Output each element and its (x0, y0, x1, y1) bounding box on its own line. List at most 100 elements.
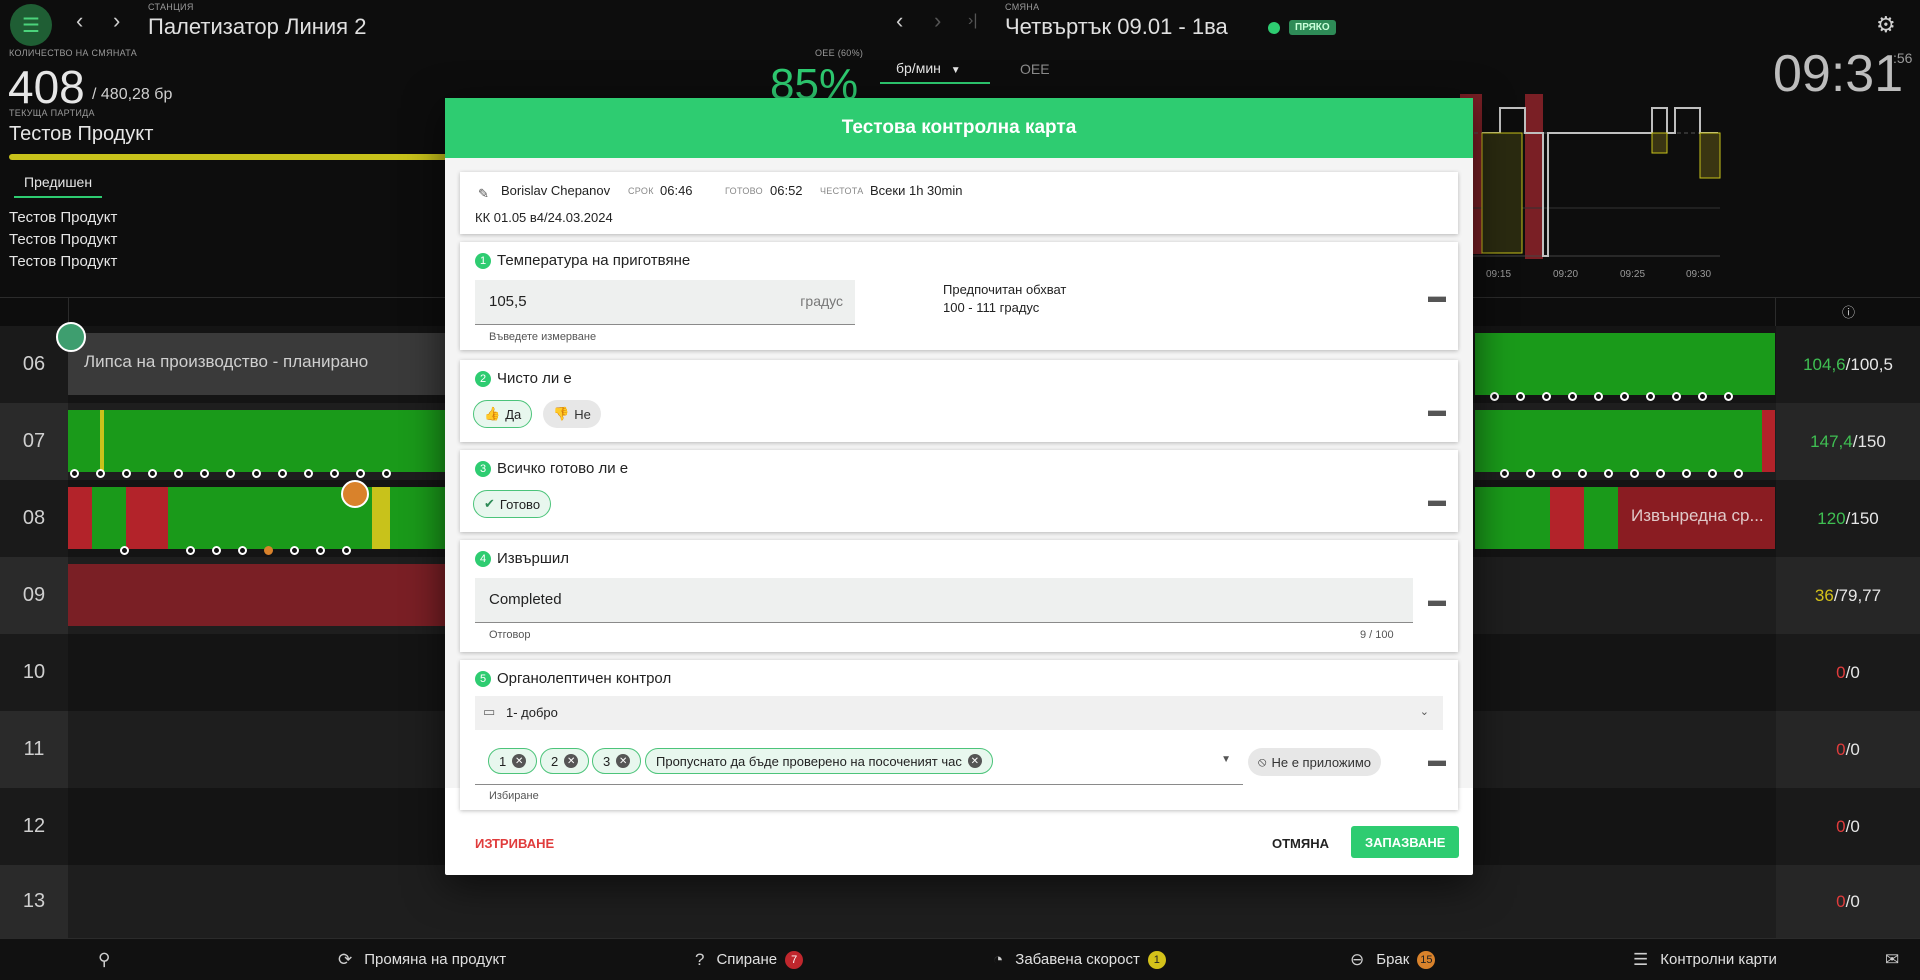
prev-item[interactable]: Тестов Продукт (9, 231, 117, 248)
batch-progress (9, 154, 449, 160)
cancel-button[interactable]: ОТМЯНА (1272, 836, 1329, 851)
timeline-segment-stop[interactable] (68, 487, 92, 549)
menu-button[interactable]: ☰ (10, 4, 52, 46)
remove-chip-icon[interactable]: ✕ (616, 754, 631, 768)
question-icon: ? (695, 949, 705, 969)
good-count: 36 (1814, 585, 1834, 605)
prev-shift-arrow[interactable]: ‹ (896, 8, 903, 34)
mail-button[interactable]: ✉ (1885, 939, 1911, 980)
question-card: 3 Всичко готово ли е ✔ Готово ▬ (460, 450, 1458, 532)
comment-icon[interactable]: ▬ (1428, 286, 1446, 307)
answer-value: Completed (489, 591, 562, 608)
selected-chip[interactable]: 3 ✕ (592, 748, 642, 774)
shift-title: Четвъртък 09.01 - 1ва (1005, 14, 1228, 39)
question-title: 4 Извършил (475, 550, 569, 568)
dialog-body: ✎ Borislav Chepanov СРОК 06:46 ГОТОВО 06… (445, 158, 1473, 810)
minus-circle-icon: ⊖ (1350, 949, 1365, 969)
thumbs-up-icon: 👍 (484, 406, 501, 421)
comment-icon[interactable]: ▬ (1428, 490, 1446, 511)
pencil-icon[interactable]: ✎ (478, 186, 489, 202)
next-station-arrow[interactable]: › (113, 8, 120, 34)
selected-chip[interactable]: Пропуснато да бъде проверено на посочени… (645, 748, 993, 774)
timeline-segment-running[interactable] (68, 487, 448, 549)
stop-button[interactable]: ? Спиране 7 (695, 939, 804, 980)
last-shift-icon[interactable]: ›| (968, 12, 977, 30)
row-hour: 11 (0, 711, 68, 788)
temperature-unit: градус (800, 293, 843, 309)
meta-done-label: ГОТОВО (725, 186, 763, 196)
info-icon[interactable]: ⓘ (1842, 302, 1855, 321)
target-count: /0 (1845, 662, 1860, 682)
row-count: 0/0 (1776, 788, 1920, 865)
rate-chart: 09:15 09:20 09:25 09:30 (1460, 94, 1721, 280)
meta-freq: Всеки 1h 30min (870, 183, 963, 198)
tab-previous[interactable]: Предишен (14, 172, 103, 198)
question-number: 4 (475, 550, 491, 567)
qty-value: 408 (8, 61, 85, 113)
chevron-down-icon[interactable]: ▼ (1221, 754, 1231, 765)
timeline-segment-stop[interactable] (1550, 487, 1584, 549)
operator-icon-button[interactable]: ⚲ (98, 939, 122, 980)
change-product-button[interactable]: ⟳ Промяна на продукт (338, 939, 506, 980)
question-title: 5 Органолептичен контрол (475, 670, 671, 688)
good-count: 120 (1817, 508, 1846, 528)
chart-tick: 09:25 (1620, 269, 1645, 280)
bottom-bar: ⚲ ⟳ Промяна на продукт ? Спиране 7 ◔ Забавен… (0, 938, 1920, 980)
batch-name: Тестов Продукт (9, 123, 154, 145)
chart-bar-yellow (1481, 132, 1523, 254)
dots (120, 542, 368, 556)
next-shift-arrow[interactable]: › (934, 8, 941, 34)
row-hour: 09 (0, 557, 68, 634)
scrap-button[interactable]: ⊖ Брак 15 (1350, 939, 1436, 980)
comment-icon[interactable]: ▬ (1428, 590, 1446, 611)
target-count: /100,5 (1845, 354, 1893, 374)
timeline-segment-stop[interactable] (68, 564, 448, 626)
checklist-marker-icon[interactable] (341, 480, 369, 508)
range-label: Предпочитан обхват (943, 282, 1067, 297)
no-button[interactable]: 👎 Не (543, 400, 601, 428)
remove-chip-icon[interactable]: ✕ (512, 754, 527, 768)
timeline-segment-stop[interactable] (1762, 410, 1775, 472)
prev-item[interactable]: Тестов Продукт (9, 209, 117, 226)
row-hour: 08 (0, 480, 68, 557)
timeline-segment-running[interactable] (1475, 333, 1775, 395)
remove-chip-icon[interactable]: ✕ (564, 754, 579, 768)
slow-speed-button[interactable]: ◔ Забавена скорост 1 (993, 939, 1166, 980)
answer-input[interactable]: Completed (475, 578, 1413, 623)
selected-chip[interactable]: 2 ✕ (540, 748, 590, 774)
row-hour: 10 (0, 634, 68, 711)
remove-chip-icon[interactable]: ✕ (967, 754, 982, 768)
person-icon: ⚲ (98, 949, 111, 969)
chart-bar-yellow (1699, 132, 1721, 179)
checklists-button[interactable]: ☰ Контролни карти (1633, 939, 1777, 980)
dialog-title: Тестова контролна карта (445, 98, 1473, 158)
prev-item[interactable]: Тестов Продукт (9, 253, 117, 270)
target-count: /0 (1845, 816, 1860, 836)
save-button[interactable]: ЗАПАЗВАНЕ (1351, 826, 1460, 858)
timeline-segment-slow[interactable] (372, 487, 390, 549)
reason-multiselect[interactable]: 1 ✕ 2 ✕ 3 ✕ Пропуснато да бъде проверено на… (475, 740, 1243, 785)
row-count: 36/79,77 (1776, 557, 1920, 634)
tab-oee[interactable]: OEE (1020, 61, 1050, 77)
temperature-input[interactable]: 105,5 градус (475, 280, 855, 325)
selected-chip[interactable]: 1 ✕ (488, 748, 538, 774)
done-button[interactable]: ✔ Готово (473, 490, 552, 518)
comment-icon[interactable]: ▬ (1428, 750, 1446, 771)
good-count: 0 (1836, 816, 1846, 836)
operator-marker-icon[interactable] (56, 322, 86, 352)
yes-button[interactable]: 👍 Да (473, 400, 533, 428)
timeline-segment-stop[interactable] (126, 487, 168, 549)
thumbs-down-icon: 👎 (553, 406, 570, 421)
target-count: /79,77 (1833, 585, 1882, 605)
timeline-segment-running[interactable] (68, 410, 448, 472)
delete-button[interactable]: ИЗТРИВАНЕ (475, 836, 554, 851)
gear-icon[interactable]: ⚙ (1876, 12, 1896, 38)
rate-select[interactable]: бр/мин ▼ (880, 58, 990, 84)
not-applicable-button[interactable]: ⦸ Не е приложимо (1248, 748, 1382, 776)
timeline-segment-running[interactable] (1475, 410, 1775, 472)
prev-station-arrow[interactable]: ‹ (76, 8, 83, 34)
check-circle-icon: ✔ (484, 496, 495, 511)
question-card: 1 Температура на приготвяне 105,5 градус … (460, 242, 1458, 350)
grade-select[interactable]: ▭ 1- добро ⌄ (475, 696, 1443, 730)
comment-icon[interactable]: ▬ (1428, 400, 1446, 421)
